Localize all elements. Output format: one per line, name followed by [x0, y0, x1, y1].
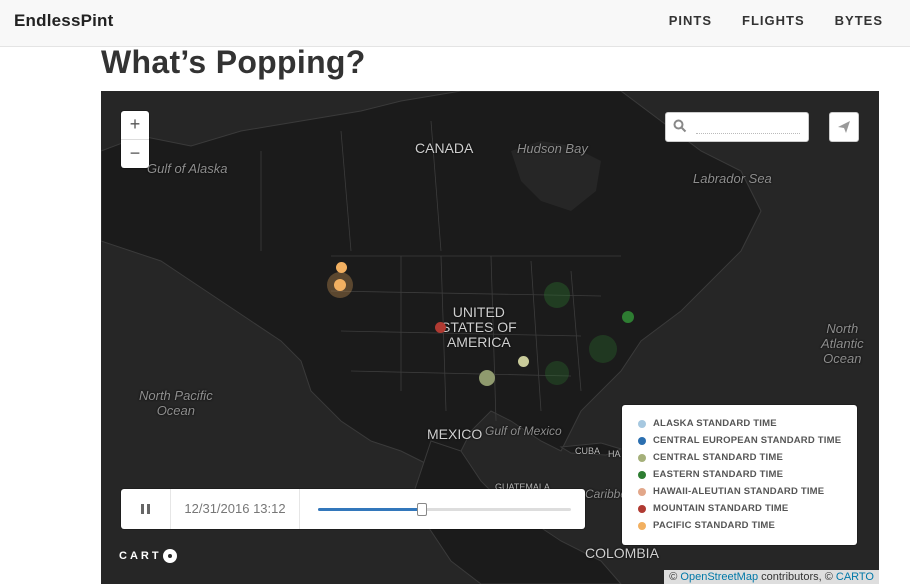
- map-point-eastern[interactable]: [622, 311, 634, 323]
- carto-logo: CART: [119, 549, 177, 563]
- map-point-mountain[interactable]: [435, 322, 446, 333]
- pause-icon: [147, 504, 150, 514]
- label-canada: CANADA: [415, 140, 474, 156]
- legend-swatch: [638, 419, 646, 428]
- map-point-central[interactable]: [479, 370, 495, 386]
- legend-label: PACIFIC STANDARD TIME: [653, 520, 776, 531]
- nav-pints[interactable]: PINTS: [669, 13, 712, 28]
- search-input[interactable]: [696, 119, 800, 134]
- label-north-pacific: North Pacific Ocean: [139, 388, 213, 418]
- map-view[interactable]: CANADA Hudson Bay Labrador Sea Gulf of A…: [101, 91, 879, 584]
- attribution-prefix: ©: [669, 571, 681, 583]
- map-point-central[interactable]: [518, 356, 529, 367]
- legend-item: PACIFIC STANDARD TIME: [638, 517, 857, 534]
- attribution-middle: contributors, ©: [758, 571, 836, 583]
- pause-icon: [141, 504, 144, 514]
- label-cuba: CUBA: [575, 446, 601, 456]
- nav-flights[interactable]: FLIGHTS: [742, 13, 805, 28]
- timestamp-display: 12/31/2016 13:12: [171, 489, 300, 529]
- label-north-atlantic: North Atlantic Ocean: [821, 321, 864, 366]
- carto-link[interactable]: CARTO: [836, 571, 874, 583]
- legend-item: MOUNTAIN STANDARD TIME: [638, 500, 857, 517]
- legend-label: HAWAII-ALEUTIAN STANDARD TIME: [653, 486, 825, 497]
- share-button[interactable]: [829, 112, 859, 142]
- legend-item: HAWAII-ALEUTIAN STANDARD TIME: [638, 483, 857, 500]
- legend-label: CENTRAL STANDARD TIME: [653, 452, 783, 463]
- legend-label: EASTERN STANDARD TIME: [653, 469, 784, 480]
- map-point-pacific[interactable]: [336, 262, 347, 273]
- zoom-control: + −: [121, 111, 149, 168]
- map-attribution: © OpenStreetMap contributors, © CARTO: [664, 570, 879, 584]
- carto-logo-text: CART: [119, 550, 162, 562]
- legend-label: CENTRAL EUROPEAN STANDARD TIME: [653, 435, 842, 446]
- brand-logo[interactable]: EndlessPint: [14, 11, 114, 31]
- osm-link[interactable]: OpenStreetMap: [680, 571, 758, 583]
- zoom-in-button[interactable]: +: [121, 111, 149, 139]
- label-ha: HA: [608, 449, 621, 459]
- zoom-out-button[interactable]: −: [121, 139, 149, 168]
- main-nav: PINTS FLIGHTS BYTES: [669, 13, 883, 28]
- nav-bytes[interactable]: BYTES: [835, 13, 883, 28]
- map-point-eastern-faded: [589, 335, 617, 363]
- legend-swatch: [638, 487, 646, 496]
- time-slider-panel: 12/31/2016 13:12: [121, 489, 585, 529]
- legend-item: EASTERN STANDARD TIME: [638, 466, 857, 483]
- legend-item: ALASKA STANDARD TIME: [638, 415, 857, 432]
- label-colombia: COLOMBIA: [585, 545, 659, 561]
- time-slider-fill: [318, 508, 422, 511]
- legend-swatch: [638, 470, 646, 479]
- legend-swatch: [638, 453, 646, 462]
- map-search: [665, 112, 809, 142]
- legend-label: ALASKA STANDARD TIME: [653, 418, 777, 429]
- legend-label: MOUNTAIN STANDARD TIME: [653, 503, 789, 514]
- map-point-eastern-faded: [544, 282, 570, 308]
- label-gulf-of-mexico: Gulf of Mexico: [485, 424, 562, 438]
- label-labrador-sea: Labrador Sea: [693, 171, 772, 186]
- map-point-eastern-faded: [545, 361, 569, 385]
- search-icon: [673, 119, 687, 133]
- pause-button[interactable]: [121, 489, 171, 529]
- carto-logo-o: [162, 549, 177, 563]
- legend-item: CENTRAL STANDARD TIME: [638, 449, 857, 466]
- label-usa: UNITED STATES OF AMERICA: [441, 304, 517, 350]
- top-navbar: EndlessPint PINTS FLIGHTS BYTES: [0, 0, 910, 47]
- legend-swatch: [638, 436, 646, 445]
- label-gulf-of-alaska: Gulf of Alaska: [147, 161, 228, 176]
- time-slider-track[interactable]: [318, 503, 571, 516]
- legend-item: CENTRAL EUROPEAN STANDARD TIME: [638, 432, 857, 449]
- label-hudson-bay: Hudson Bay: [517, 141, 588, 156]
- label-mexico: MEXICO: [427, 426, 483, 442]
- legend-swatch: [638, 504, 646, 513]
- map-point-pacific[interactable]: [334, 279, 346, 291]
- send-icon: [838, 121, 850, 133]
- legend-swatch: [638, 521, 646, 530]
- map-legend: ALASKA STANDARD TIME CENTRAL EUROPEAN ST…: [622, 405, 857, 545]
- page-title: What’s Popping?: [101, 44, 366, 80]
- time-slider-handle[interactable]: [416, 503, 427, 516]
